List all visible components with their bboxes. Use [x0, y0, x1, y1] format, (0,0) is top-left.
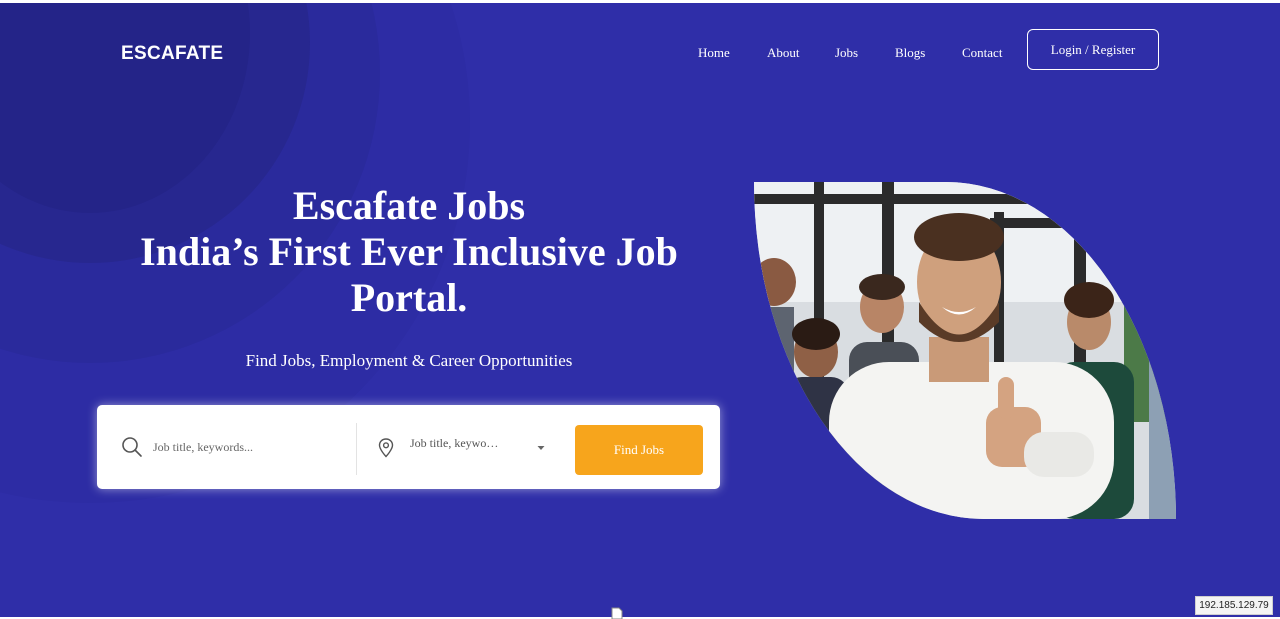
map-pin-icon [378, 438, 394, 458]
headline-line: India’s First Ever Inclusive Job [140, 229, 678, 274]
hero-subtitle: Find Jobs, Employment & Career Opportuni… [245, 351, 573, 370]
location-select[interactable]: Job title, keywo… [410, 436, 510, 451]
job-search-bar: Job title, keywo… Find Jobs [97, 405, 720, 489]
nav-link-about[interactable]: About [767, 45, 800, 61]
chevron-down-icon[interactable] [536, 445, 546, 451]
ip-address-badge: 192.185.129.79 [1195, 596, 1273, 615]
headline-line: Escafate Jobs [292, 183, 526, 228]
headline-line: Portal. [350, 275, 468, 320]
keyword-search-input[interactable] [153, 435, 343, 459]
login-register-button[interactable]: Login / Register [1027, 29, 1159, 70]
nav-link-jobs[interactable]: Jobs [835, 45, 858, 61]
hero-headline: Escafate Jobs India’s First Ever Inclusi… [109, 183, 709, 321]
nav-link-blogs[interactable]: Blogs [895, 45, 925, 61]
search-divider [356, 423, 357, 475]
nav-link-home[interactable]: Home [698, 45, 730, 61]
nav-link-contact[interactable]: Contact [962, 45, 1002, 61]
site-logo[interactable]: ESCAFATE [121, 43, 223, 65]
document-icon [611, 607, 623, 619]
search-icon [122, 437, 142, 457]
find-jobs-button[interactable]: Find Jobs [575, 425, 703, 475]
